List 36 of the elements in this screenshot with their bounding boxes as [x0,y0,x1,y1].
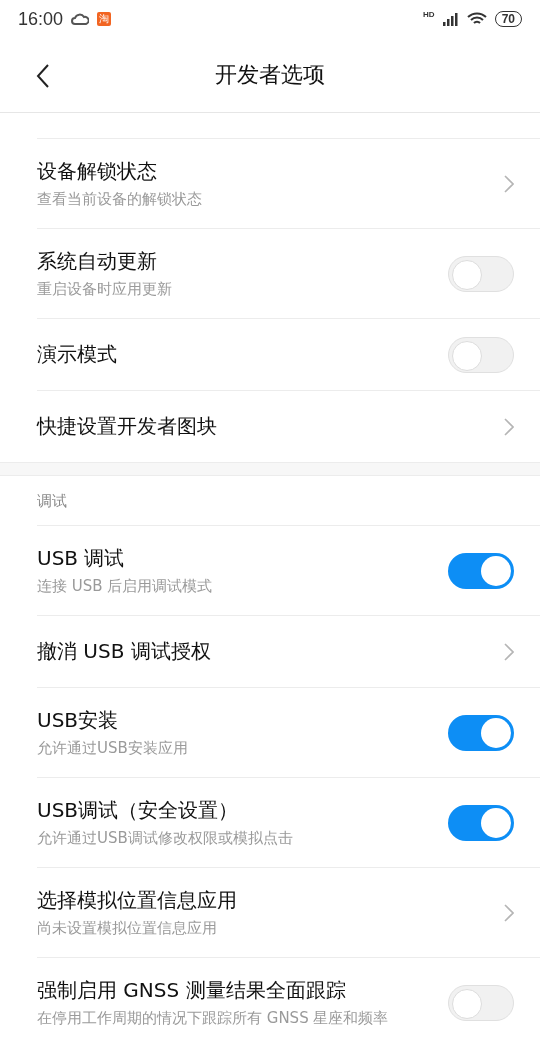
chevron-icon [504,174,514,193]
page-title: 开发者选项 [215,61,325,89]
toggle-switch[interactable] [448,714,514,751]
setting-title[interactable]: 撤消 USB 调试授权 [37,638,504,665]
back-icon[interactable] [36,64,50,88]
toggle-switch[interactable] [448,255,514,292]
cloud-icon [71,13,90,25]
toggle-switch[interactable] [448,336,514,373]
setting-description: 尚未设置模拟位置信息应用 [37,917,218,939]
setting-description: 重启设备时应用更新 [37,278,173,300]
setting-title[interactable]: 选择模拟位置信息应用 [37,886,504,914]
wifi-icon [466,12,487,26]
setting-description: 连接 USB 后启用调试模式 [37,575,214,597]
setting-title[interactable]: 系统自动更新 [37,247,448,275]
toggle-switch[interactable] [448,552,514,589]
setting-description: 在停用工作周期的情况下跟踪所有 GNSS 星座和频率 [37,1007,390,1029]
signal-icon [442,12,459,26]
setting-description: 允许通过USB调试修改权限或模拟点击 [37,827,294,849]
app-badge: 淘 [97,12,112,26]
section-heading: 调试 [36,491,68,512]
setting-title[interactable]: USB安装 [37,706,448,734]
setting-title[interactable]: 设备解锁状态 [37,157,504,185]
network-label: HD [423,10,435,19]
toggle-switch[interactable] [448,984,514,1021]
toggle-switch[interactable] [448,804,514,841]
status-time: 16:00 [18,8,64,30]
setting-description: 允许通过USB安装应用 [37,737,189,759]
setting-title[interactable]: USB调试（安全设置） [37,796,448,824]
chevron-icon [504,903,514,922]
setting-description: 查看当前设备的解锁状态 [37,188,203,210]
chevron-icon [504,642,514,661]
setting-title[interactable]: 快捷设置开发者图块 [37,413,504,440]
chevron-icon [504,417,514,436]
setting-title[interactable]: 强制启用 GNSS 测量结果全面跟踪 [37,976,448,1004]
setting-title[interactable]: USB 调试 [37,544,448,572]
setting-title[interactable]: 演示模式 [37,341,448,368]
